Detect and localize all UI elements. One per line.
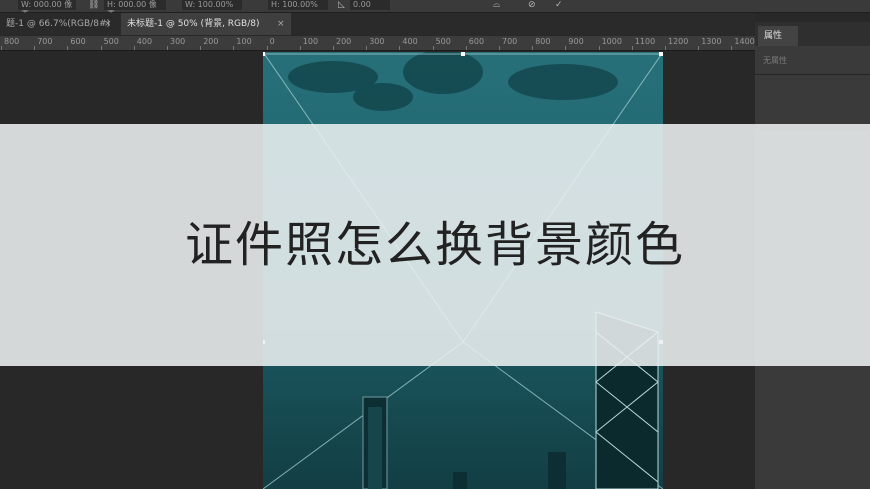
tab-properties[interactable]: 属性 xyxy=(758,26,798,46)
ruler-label: 0 xyxy=(269,37,275,46)
ruler-label: 1200 xyxy=(668,37,689,46)
ruler-label: 500 xyxy=(103,37,119,46)
ruler-tick xyxy=(399,46,401,50)
angle-field[interactable]: 0.00 xyxy=(350,0,390,10)
ruler-label: 500 xyxy=(435,37,451,46)
panel-header: 属性 xyxy=(755,22,870,46)
ruler-label: 300 xyxy=(170,37,186,46)
tab-label: 未标题-1 @ 50% (背景, RGB/8) xyxy=(127,19,260,29)
ruler-tick xyxy=(598,46,600,50)
ruler-label: 700 xyxy=(37,37,53,46)
ruler-label: 300 xyxy=(369,37,385,46)
ruler-label: 100 xyxy=(236,37,252,46)
ruler-tick xyxy=(631,46,633,50)
ruler-tick xyxy=(1,46,2,50)
ruler-tick xyxy=(299,46,301,50)
ruler-tick xyxy=(34,46,36,50)
ruler-label: 800 xyxy=(535,37,551,46)
ruler-tick xyxy=(233,46,235,50)
tab-document-2[interactable]: 未标题-1 @ 50% (背景, RGB/8) × xyxy=(121,13,291,35)
ruler-label: 600 xyxy=(468,37,485,46)
horizontal-ruler[interactable]: 800 700 600 500 400 300 200 100 0 100 200 300 400 500… xyxy=(0,36,755,51)
ruler-tick xyxy=(499,46,500,50)
close-icon[interactable]: × xyxy=(104,13,112,35)
options-bar: W: 000.00 像素 ⛓ H: 000.00 像素 W: 100.00% H… xyxy=(0,0,870,19)
tab-label: 题-1 @ 66.7%(RGB/8#) xyxy=(6,19,111,29)
ruler-label: 1300 xyxy=(701,37,722,46)
ruler-label: 800 xyxy=(4,37,20,46)
ruler-tick xyxy=(266,46,268,50)
ruler-tick xyxy=(333,46,334,50)
scale-h-field[interactable]: H: 100.00% xyxy=(268,0,328,10)
ruler-tick xyxy=(565,46,567,50)
page-title: 证件照怎么换背景颜色 xyxy=(184,217,685,273)
ruler-label: 900 xyxy=(568,37,584,46)
ruler-label: 200 xyxy=(336,37,352,46)
ruler-tick xyxy=(465,46,467,50)
ruler-label: 400 xyxy=(402,37,418,46)
warp-icon[interactable]: ⌓ xyxy=(493,0,500,11)
ruler-label: 1100 xyxy=(634,37,656,46)
ruler-tick xyxy=(532,46,534,50)
no-properties-text: 无属性 xyxy=(763,56,787,65)
ruler-tick xyxy=(698,46,700,50)
ruler-label: 700 xyxy=(502,37,518,46)
commit-icon[interactable]: ✓ xyxy=(555,0,563,11)
scale-w-field[interactable]: W: 100.00% xyxy=(182,0,242,10)
ruler-tick xyxy=(167,46,168,50)
width-field[interactable]: W: 000.00 像素 xyxy=(18,0,76,19)
cancel-icon[interactable]: ⊘ xyxy=(528,0,536,11)
ruler-label: 200 xyxy=(203,37,219,46)
close-icon[interactable]: × xyxy=(277,13,285,35)
ruler-tick xyxy=(432,46,434,50)
ruler-label: 600 xyxy=(70,37,86,46)
ruler-tick xyxy=(731,46,733,50)
height-field[interactable]: H: 000.00 像素 xyxy=(104,0,166,19)
ruler-tick xyxy=(133,46,135,50)
document-tabbar: 题-1 @ 66.7%(RGB/8#) × 未标题-1 @ 50% (背景, R… xyxy=(0,13,755,35)
link-icon[interactable]: ⛓ xyxy=(88,0,99,11)
tab-document-1[interactable]: 题-1 @ 66.7%(RGB/8#) × xyxy=(0,13,118,35)
angle-icon: ◺ xyxy=(338,0,345,10)
ruler-label: 100 xyxy=(302,37,319,46)
ruler-tick xyxy=(100,46,102,50)
ruler-tick xyxy=(366,46,368,50)
ruler-label: 400 xyxy=(136,37,153,46)
ruler-label: 1000 xyxy=(601,37,622,46)
ruler-label: 1400 xyxy=(734,37,755,46)
ruler-tick xyxy=(665,46,666,50)
panel-divider xyxy=(755,74,870,75)
ruler-tick xyxy=(67,46,69,50)
ruler-tick xyxy=(200,46,202,50)
